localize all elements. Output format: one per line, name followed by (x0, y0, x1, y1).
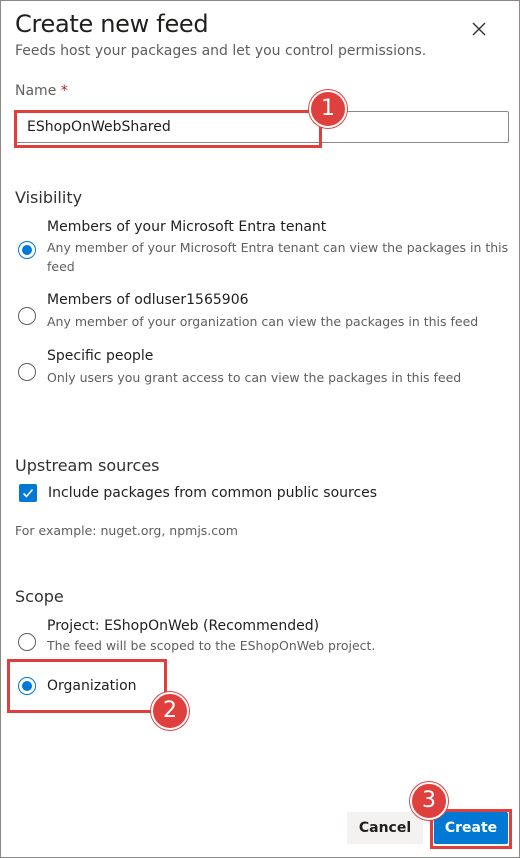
highlight-name-input (14, 110, 322, 148)
radio-visibility-tenant[interactable] (18, 241, 36, 259)
highlight-scope-organization (7, 659, 167, 713)
step-badge-3: 3 (410, 782, 448, 820)
visibility-org-desc: Any member of your organization can view… (47, 314, 479, 329)
radio-visibility-org[interactable] (18, 307, 36, 325)
required-mark: * (60, 83, 68, 99)
dialog-subtitle: Feeds host your packages and let you con… (15, 43, 427, 59)
radio-scope-project[interactable] (18, 633, 36, 651)
scope-project-label: Project: EShopOnWeb (Recommended) (47, 618, 320, 634)
highlight-create-button (430, 809, 512, 849)
visibility-tenant-label: Members of your Microsoft Entra tenant (47, 219, 327, 235)
scope-heading: Scope (15, 587, 64, 606)
visibility-heading: Visibility (15, 188, 83, 207)
cancel-button[interactable]: Cancel (347, 812, 423, 844)
scope-project-desc: The feed will be scoped to the EShopOnWe… (47, 638, 376, 653)
checkmark-icon (22, 488, 34, 498)
close-icon[interactable] (470, 20, 488, 38)
upstream-heading: Upstream sources (15, 456, 160, 475)
dialog-title: Create new feed (15, 10, 209, 38)
upstream-example: For example: nuget.org, npmjs.com (15, 523, 238, 538)
visibility-tenant-desc: Any member of your Microsoft Entra tenan… (47, 240, 509, 274)
visibility-specific-desc: Only users you grant access to can view … (47, 370, 462, 385)
visibility-specific-label: Specific people (47, 348, 154, 364)
visibility-org-label: Members of odluser1565906 (47, 292, 249, 308)
step-badge-2: 2 (151, 692, 189, 730)
name-label: Name * (15, 83, 68, 99)
step-badge-1: 1 (309, 90, 347, 128)
upstream-checkbox-label: Include packages from common public sour… (48, 485, 378, 501)
radio-visibility-specific[interactable] (18, 363, 36, 381)
upstream-checkbox[interactable] (19, 484, 37, 502)
